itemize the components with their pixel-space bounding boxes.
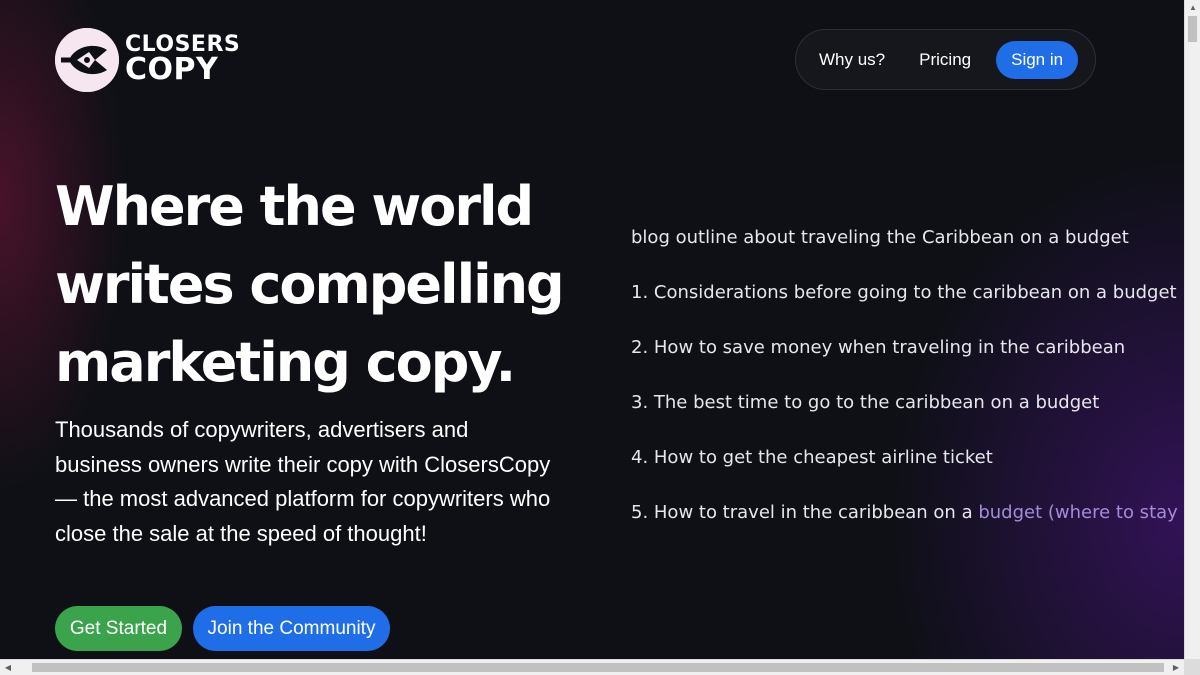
brand-logo[interactable]: CLOSERS COPY xyxy=(55,28,240,92)
nav-why-us-link[interactable]: Why us? xyxy=(808,42,896,78)
demo-item: 1. Considerations before going to the ca… xyxy=(631,282,1177,303)
scroll-up-arrow-icon[interactable]: ▲ xyxy=(1185,0,1200,16)
horizontal-scrollbar[interactable]: ◀ ▶ xyxy=(0,659,1184,675)
scrollbar-corner xyxy=(1184,659,1200,675)
hero-title-line-1: Where the world xyxy=(55,175,534,238)
hero-title-line-2: writes compelling xyxy=(55,253,565,316)
demo-item-typing: 5. How to travel in the caribbean on a b… xyxy=(631,501,1184,556)
page-viewport: CLOSERS COPY Why us? Pricing Sign in Whe… xyxy=(0,0,1184,659)
vertical-scrollbar[interactable]: ▲ xyxy=(1184,0,1200,659)
nav-pricing-link[interactable]: Pricing xyxy=(908,42,982,78)
brand-line2: COPY xyxy=(125,52,219,88)
demo-item: 3. The best time to go to the caribbean … xyxy=(631,392,1100,413)
hero-subtitle: Thousands of copywriters, advertisers an… xyxy=(55,417,551,546)
hero-title-line-3: marketing copy. xyxy=(55,331,516,394)
demo-item-5-fading-text: budget (where to stay xyxy=(978,502,1178,523)
scroll-left-arrow-icon[interactable]: ◀ xyxy=(0,660,16,675)
demo-item-5-text: 5. How to travel in the caribbean on a xyxy=(631,502,979,523)
hero-title: Where the world writes compelling market… xyxy=(55,168,615,402)
scroll-right-arrow-icon[interactable]: ▶ xyxy=(1168,660,1184,675)
get-started-button[interactable]: Get Started xyxy=(55,606,182,651)
demo-item: 4. How to get the cheapest airline ticke… xyxy=(631,447,993,468)
demo-output: blog outline about traveling the Caribbe… xyxy=(631,226,1184,556)
brand-wordmark: CLOSERS COPY xyxy=(125,34,240,88)
top-nav: Why us? Pricing Sign in xyxy=(795,29,1096,90)
horizontal-scroll-thumb[interactable] xyxy=(32,663,1164,672)
join-community-button[interactable]: Join the Community xyxy=(193,606,390,651)
sign-in-button[interactable]: Sign in xyxy=(996,40,1079,79)
vertical-scroll-thumb[interactable] xyxy=(1188,16,1197,42)
demo-item: 2. How to save money when traveling in t… xyxy=(631,337,1126,358)
pen-nib-logo-icon xyxy=(55,28,119,92)
demo-prompt: blog outline about traveling the Caribbe… xyxy=(631,227,1129,248)
